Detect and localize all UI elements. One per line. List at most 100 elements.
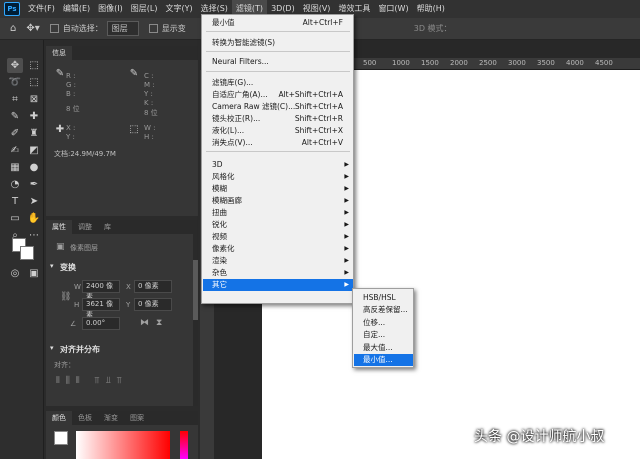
tab-swatches[interactable]: 色板 [72, 411, 98, 425]
auto-select-checkbox[interactable] [49, 24, 59, 33]
rectangle-tool-icon[interactable]: ▭ [7, 211, 23, 226]
filter-menu-item[interactable]: 其它 ▶ [203, 279, 353, 291]
tab-gradients[interactable]: 渐变 [98, 411, 124, 425]
show-transform-checkbox[interactable] [148, 24, 158, 33]
filter-menu-item[interactable]: 风格化 ▶ [203, 171, 353, 183]
submenu-arrow-icon: ▶ [344, 185, 349, 192]
frame-tool-icon[interactable]: ⊠ [26, 92, 42, 107]
menu-window[interactable]: 窗口(W) [374, 0, 412, 18]
type-tool-icon[interactable]: T [7, 194, 23, 209]
menu-layer[interactable]: 图层(L) [127, 0, 162, 18]
submenu-item[interactable]: 自定... [354, 329, 413, 341]
filter-menu-item[interactable]: 转换为智能滤镜(S) [203, 37, 353, 49]
tab-properties[interactable]: 属性 [46, 220, 72, 234]
filter-menu-item[interactable]: 渲染 ▶ [203, 255, 353, 267]
home-icon[interactable]: ⌂ [10, 23, 16, 34]
properties-scrollbar-thumb[interactable] [193, 260, 198, 320]
auto-select-group: 自动选择： 图层 [49, 21, 139, 36]
filter-menu-item[interactable]: 扭曲 ▶ [203, 207, 353, 219]
filter-menu-item[interactable]: 最小值 Alt+Ctrl+F [203, 17, 353, 29]
submenu-arrow-icon: ▶ [344, 233, 349, 240]
filter-menu-item[interactable]: 模糊 ▶ [203, 183, 353, 195]
gradient-tool-icon[interactable]: ▦ [7, 160, 23, 175]
background-color-swatch[interactable] [20, 246, 34, 260]
blur-tool-icon[interactable]: ● [26, 160, 42, 175]
submenu-arrow-icon: ▶ [344, 281, 349, 288]
x-field[interactable]: 0 像素 [134, 280, 172, 293]
filter-menu-item[interactable]: 锐化 ▶ [203, 219, 353, 231]
width-field[interactable]: 2400 像素 [82, 280, 120, 301]
move-tool-options-icon[interactable]: ✥▾ [26, 23, 39, 34]
menu-image[interactable]: 图像(I) [94, 0, 127, 18]
menu-help[interactable]: 帮助(H) [413, 0, 449, 18]
transform-header: 变换 [60, 263, 76, 272]
menu-edit[interactable]: 编辑(E) [59, 0, 94, 18]
lasso-tool-icon[interactable]: ➰ [7, 75, 23, 90]
screen-mode-icon[interactable]: ▣ [26, 266, 42, 281]
stamp-tool-icon[interactable]: ♜ [26, 126, 42, 141]
filter-menu-item[interactable]: 滤镜库(G)... [203, 77, 353, 89]
filter-menu-item[interactable]: 液化(L)... Shift+Ctrl+X [203, 125, 353, 137]
healing-brush-icon[interactable]: ✚ [26, 109, 42, 124]
history-brush-icon[interactable]: ✍ [7, 143, 23, 158]
submenu-arrow-icon: ▶ [344, 173, 349, 180]
filter-menu-item[interactable]: 视频 ▶ [203, 231, 353, 243]
submenu-item[interactable]: 最大值... [354, 342, 413, 354]
marquee-tool-icon[interactable]: ⬚ [26, 58, 42, 73]
hue-slider[interactable] [180, 431, 188, 459]
eraser-tool-icon[interactable]: ◩ [26, 143, 42, 158]
flip-vertical-icon[interactable]: ⧗ [156, 318, 162, 328]
color-fg-swatch[interactable] [54, 431, 68, 445]
filter-menu-item[interactable]: Neural Filters... [203, 56, 353, 68]
angle-field[interactable]: 0.00° [82, 317, 120, 330]
filter-menu-shortcut: Alt+Ctrl+F [302, 18, 343, 27]
tab-adjustments[interactable]: 调整 [72, 220, 98, 234]
submenu-item[interactable]: 最小值... [354, 354, 413, 366]
tab-color[interactable]: 颜色 [46, 411, 72, 425]
photoshop-logo: Ps [4, 2, 20, 16]
link-icon[interactable]: ⛓ [60, 292, 71, 302]
eyedropper-icon[interactable]: ✎ [7, 109, 23, 124]
menu-type[interactable]: 文字(Y) [161, 0, 196, 18]
tab-info[interactable]: 信息 [46, 46, 72, 60]
align-collapse-icon[interactable]: ▾ [50, 344, 54, 352]
submenu-item[interactable]: 位移... [354, 317, 413, 329]
pixel-layer-icon: ▣ [56, 242, 65, 252]
filter-menu-item[interactable]: 杂色 ▶ [203, 267, 353, 279]
tab-patterns[interactable]: 图案 [124, 411, 150, 425]
filter-menu-item[interactable]: 像素化 ▶ [203, 243, 353, 255]
dodge-tool-icon[interactable]: ◔ [7, 177, 23, 192]
auto-select-dropdown[interactable]: 图层 [106, 21, 139, 36]
tab-libraries[interactable]: 库 [98, 220, 117, 234]
filter-menu-item[interactable]: 消失点(V)... Alt+Ctrl+V [203, 137, 353, 149]
menu-separator [206, 151, 350, 152]
submenu-item[interactable]: 高反差保留... [354, 304, 413, 316]
height-field[interactable]: 3621 像素 [82, 298, 120, 319]
y-field[interactable]: 0 像素 [134, 298, 172, 311]
path-select-icon[interactable]: ➤ [26, 194, 42, 209]
brush-tool-icon[interactable]: ✐ [7, 126, 23, 141]
filter-menu-item-label: 像素化 [212, 244, 235, 253]
object-select-icon[interactable]: ⬚ [26, 75, 42, 90]
transform-collapse-icon[interactable]: ▾ [50, 262, 54, 270]
filter-menu-item[interactable]: Camera Raw 滤镜(C)... Shift+Ctrl+A [203, 101, 353, 113]
pen-tool-icon[interactable]: ✒ [26, 177, 42, 192]
move-tool-icon[interactable]: ✥ [7, 58, 23, 73]
filter-menu-item[interactable]: 镜头校正(R)... Shift+Ctrl+R [203, 113, 353, 125]
filter-menu-item[interactable]: 模糊画廊 ▶ [203, 195, 353, 207]
align-buttons-icons[interactable]: ⫴⫼⫴ ⫪⫫⫪ [56, 376, 128, 386]
hand-tool-icon[interactable]: ✋ [26, 211, 42, 226]
filter-menu-item[interactable]: 3D ▶ [203, 159, 353, 171]
quick-mask-icon[interactable]: ◎ [7, 266, 23, 281]
crop-tool-icon[interactable]: ⌗ [7, 92, 23, 107]
menu-file[interactable]: 文件(F) [24, 0, 59, 18]
more-tools-icon[interactable]: ⋯ [26, 228, 42, 243]
submenu-arrow-icon: ▶ [344, 209, 349, 216]
info-c: C : [144, 72, 154, 80]
submenu-item[interactable]: HSB/HSL [354, 292, 413, 304]
filter-menu-item[interactable]: 自适应广角(A)... Alt+Shift+Ctrl+A [203, 89, 353, 101]
color-field[interactable] [76, 431, 170, 459]
flip-horizontal-icon[interactable]: ⧓ [140, 318, 149, 328]
x-label: X [126, 283, 131, 291]
filter-menu: 最小值 Alt+Ctrl+F 转换为智能滤镜(S) Neural Filters...… [201, 14, 354, 304]
